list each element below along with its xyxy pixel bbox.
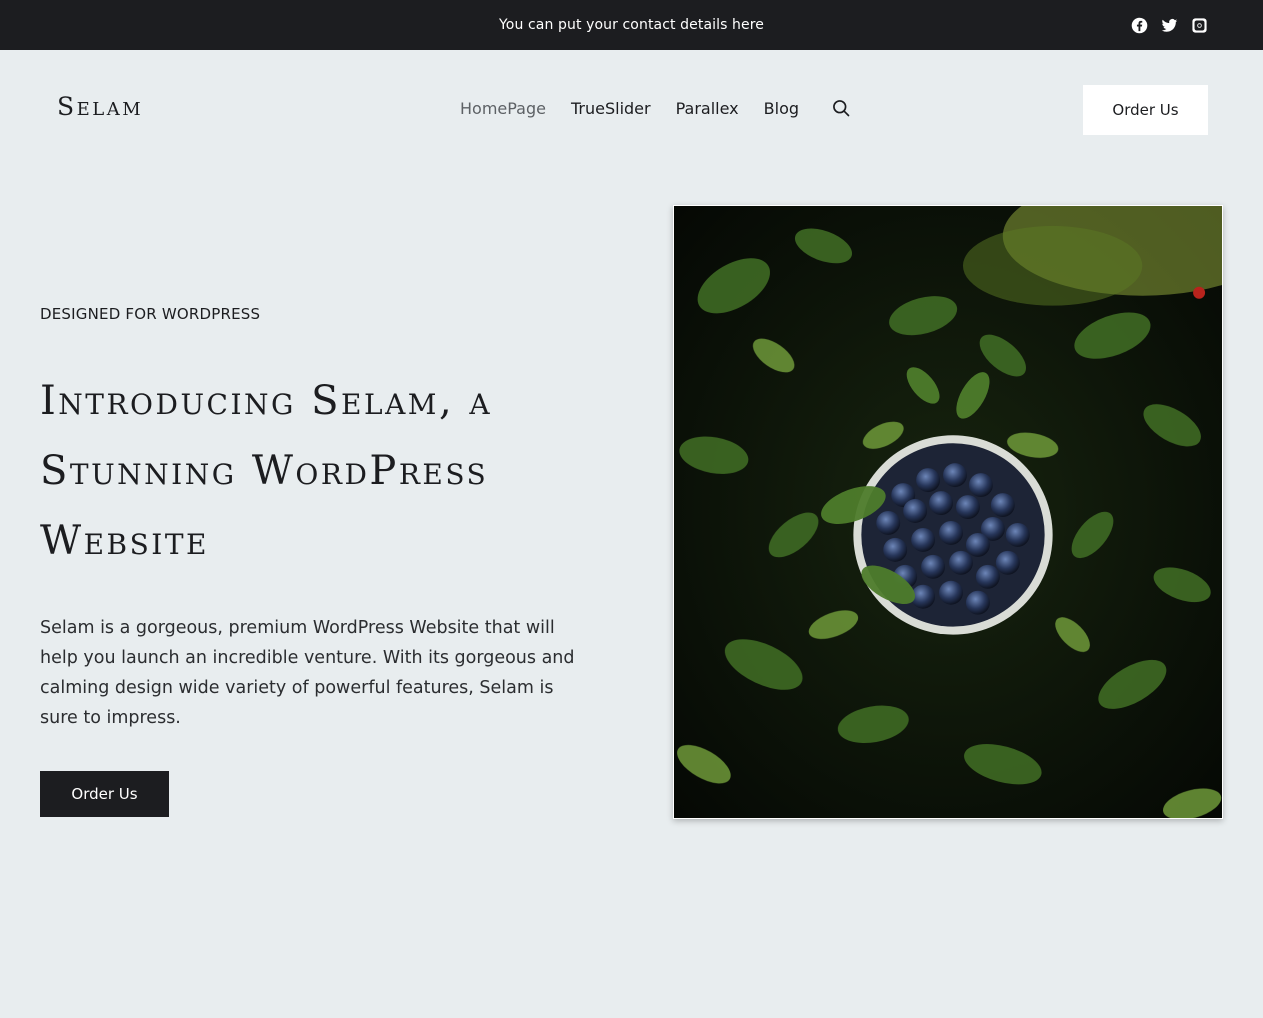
instagram-icon[interactable]: [1190, 16, 1208, 34]
nav-item-blog[interactable]: Blog: [764, 99, 799, 118]
hero-title: Introducing Selam, a Stunning WordPress …: [40, 378, 493, 564]
nav-item-parallex[interactable]: Parallex: [676, 99, 739, 118]
social-links: [1130, 16, 1208, 34]
contact-details-text: You can put your contact details here: [499, 17, 764, 33]
site-header: Selam HomePage TrueSlider Parallex Blog …: [0, 50, 1263, 170]
twitter-icon[interactable]: [1160, 16, 1178, 34]
nav-item-homepage[interactable]: HomePage: [460, 99, 546, 118]
blueberries-photo: [674, 206, 1222, 818]
facebook-icon[interactable]: [1130, 16, 1148, 34]
hero-eyebrow: DESIGNED FOR WORDPRESS: [40, 305, 261, 323]
nav-item-trueslider[interactable]: TrueSlider: [571, 99, 651, 118]
header-order-button[interactable]: Order Us: [1083, 85, 1208, 135]
site-logo[interactable]: Selam: [57, 92, 143, 121]
main-nav: HomePage TrueSlider Parallex Blog: [460, 98, 851, 118]
topbar: You can put your contact details here: [0, 0, 1263, 50]
hero-description: Selam is a gorgeous, premium WordPress W…: [40, 618, 575, 728]
search-icon[interactable]: [831, 98, 851, 118]
hero-image: [673, 205, 1223, 819]
hero-order-button[interactable]: Order Us: [40, 771, 169, 817]
